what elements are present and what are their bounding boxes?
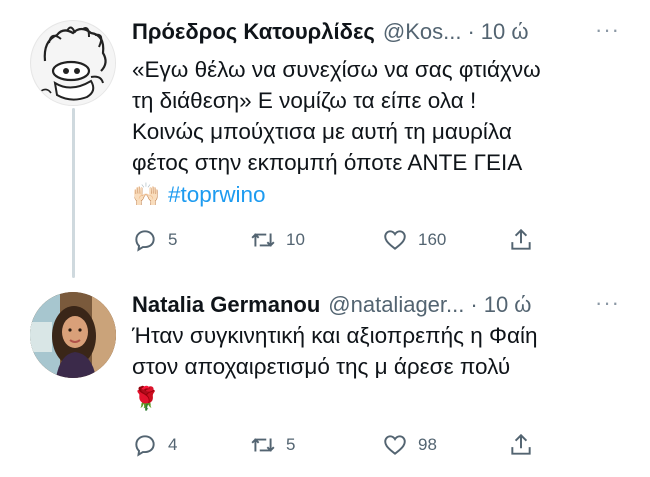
like-count: 98 (418, 435, 437, 454)
share-button[interactable] (508, 227, 534, 253)
raising-hands-emoji: 🙌🏻 (132, 181, 161, 207)
more-options-icon[interactable]: ··· (595, 290, 620, 316)
avatar-photo (30, 292, 116, 378)
like-button[interactable]: 98 (382, 432, 437, 458)
reply-icon (135, 230, 155, 252)
retweet-count: 5 (286, 435, 296, 454)
tweet[interactable]: Πρόεδρος Κατουρλίδες @Kos... · 10 ώ ··· … (0, 0, 650, 280)
tweet-text-line: τη διάθεση» Ε νομίζω τα είπε ολα ! (132, 88, 477, 113)
tweet-text: Ήταν συγκινητική και αξιοπρεπής η Φαίη σ… (132, 320, 622, 414)
tweet-header: Πρόεδρος Κατουρλίδες @Kos... · 10 ώ (132, 17, 612, 47)
more-options-icon[interactable]: ··· (595, 17, 620, 43)
tweet-text-line: Κοινώς μπούχτισα με αυτή τη μαυρίλα (132, 119, 512, 144)
reply-icon (135, 435, 155, 457)
user-handle[interactable]: @nataliager... (328, 292, 464, 318)
retweet-icon (251, 438, 275, 452)
tweet-text-line: Ήταν συγκινητική και αξιοπρεπής η Φαίη (132, 323, 538, 348)
like-icon (384, 435, 406, 455)
reply-button[interactable]: 4 (132, 432, 177, 458)
like-button[interactable]: 160 (382, 227, 446, 253)
user-handle[interactable]: @Kos... (383, 19, 462, 45)
share-button[interactable] (508, 432, 534, 458)
reply-count: 5 (168, 230, 178, 249)
like-icon (384, 230, 406, 250)
display-name[interactable]: Πρόεδρος Κατουρλίδες (132, 19, 375, 45)
avatar-drawing (32, 22, 115, 105)
display-name[interactable]: Natalia Germanou (132, 292, 320, 318)
thread-line (72, 108, 75, 278)
retweet-button[interactable]: 5 (250, 432, 295, 458)
timestamp[interactable]: 10 ώ (481, 19, 529, 45)
retweet-icon (251, 233, 275, 247)
tweet-actions: 4 5 98 (132, 430, 532, 460)
hashtag-link[interactable]: #toprwino (168, 179, 266, 210)
like-count: 160 (418, 230, 447, 249)
retweet-button[interactable]: 10 (250, 227, 305, 253)
tweet-actions: 5 10 160 (132, 225, 532, 255)
share-icon (511, 433, 531, 455)
rose-emoji: 🌹 (132, 385, 161, 411)
tweet-text-line: 🌹 (132, 382, 622, 414)
tweet-text-line: φέτος στην εκπομπή όποτε ΑΝΤΕ ΓΕΙΑ (132, 150, 523, 175)
tweet-text-line: στον αποχαιρετισμό της μ άρεσε πολύ (132, 354, 511, 379)
share-icon (511, 228, 531, 250)
tweet-text-line: 🙌🏻 #toprwino (132, 178, 622, 210)
reply-count: 4 (168, 435, 178, 454)
timestamp[interactable]: 10 ώ (484, 292, 532, 318)
avatar[interactable] (30, 20, 116, 106)
separator: · (467, 19, 475, 44)
tweet-text: «Εγω θέλω να συνεχίσω να σας φτιάχνω τη … (132, 54, 622, 210)
separator: · (470, 292, 478, 317)
reply-button[interactable]: 5 (132, 227, 177, 253)
tweet-header: Natalia Germanou @nataliager... · 10 ώ (132, 290, 612, 320)
avatar[interactable] (30, 292, 116, 378)
retweet-count: 10 (286, 230, 305, 249)
tweet-text-line: «Εγω θέλω να συνεχίσω να σας φτιάχνω (132, 57, 541, 82)
